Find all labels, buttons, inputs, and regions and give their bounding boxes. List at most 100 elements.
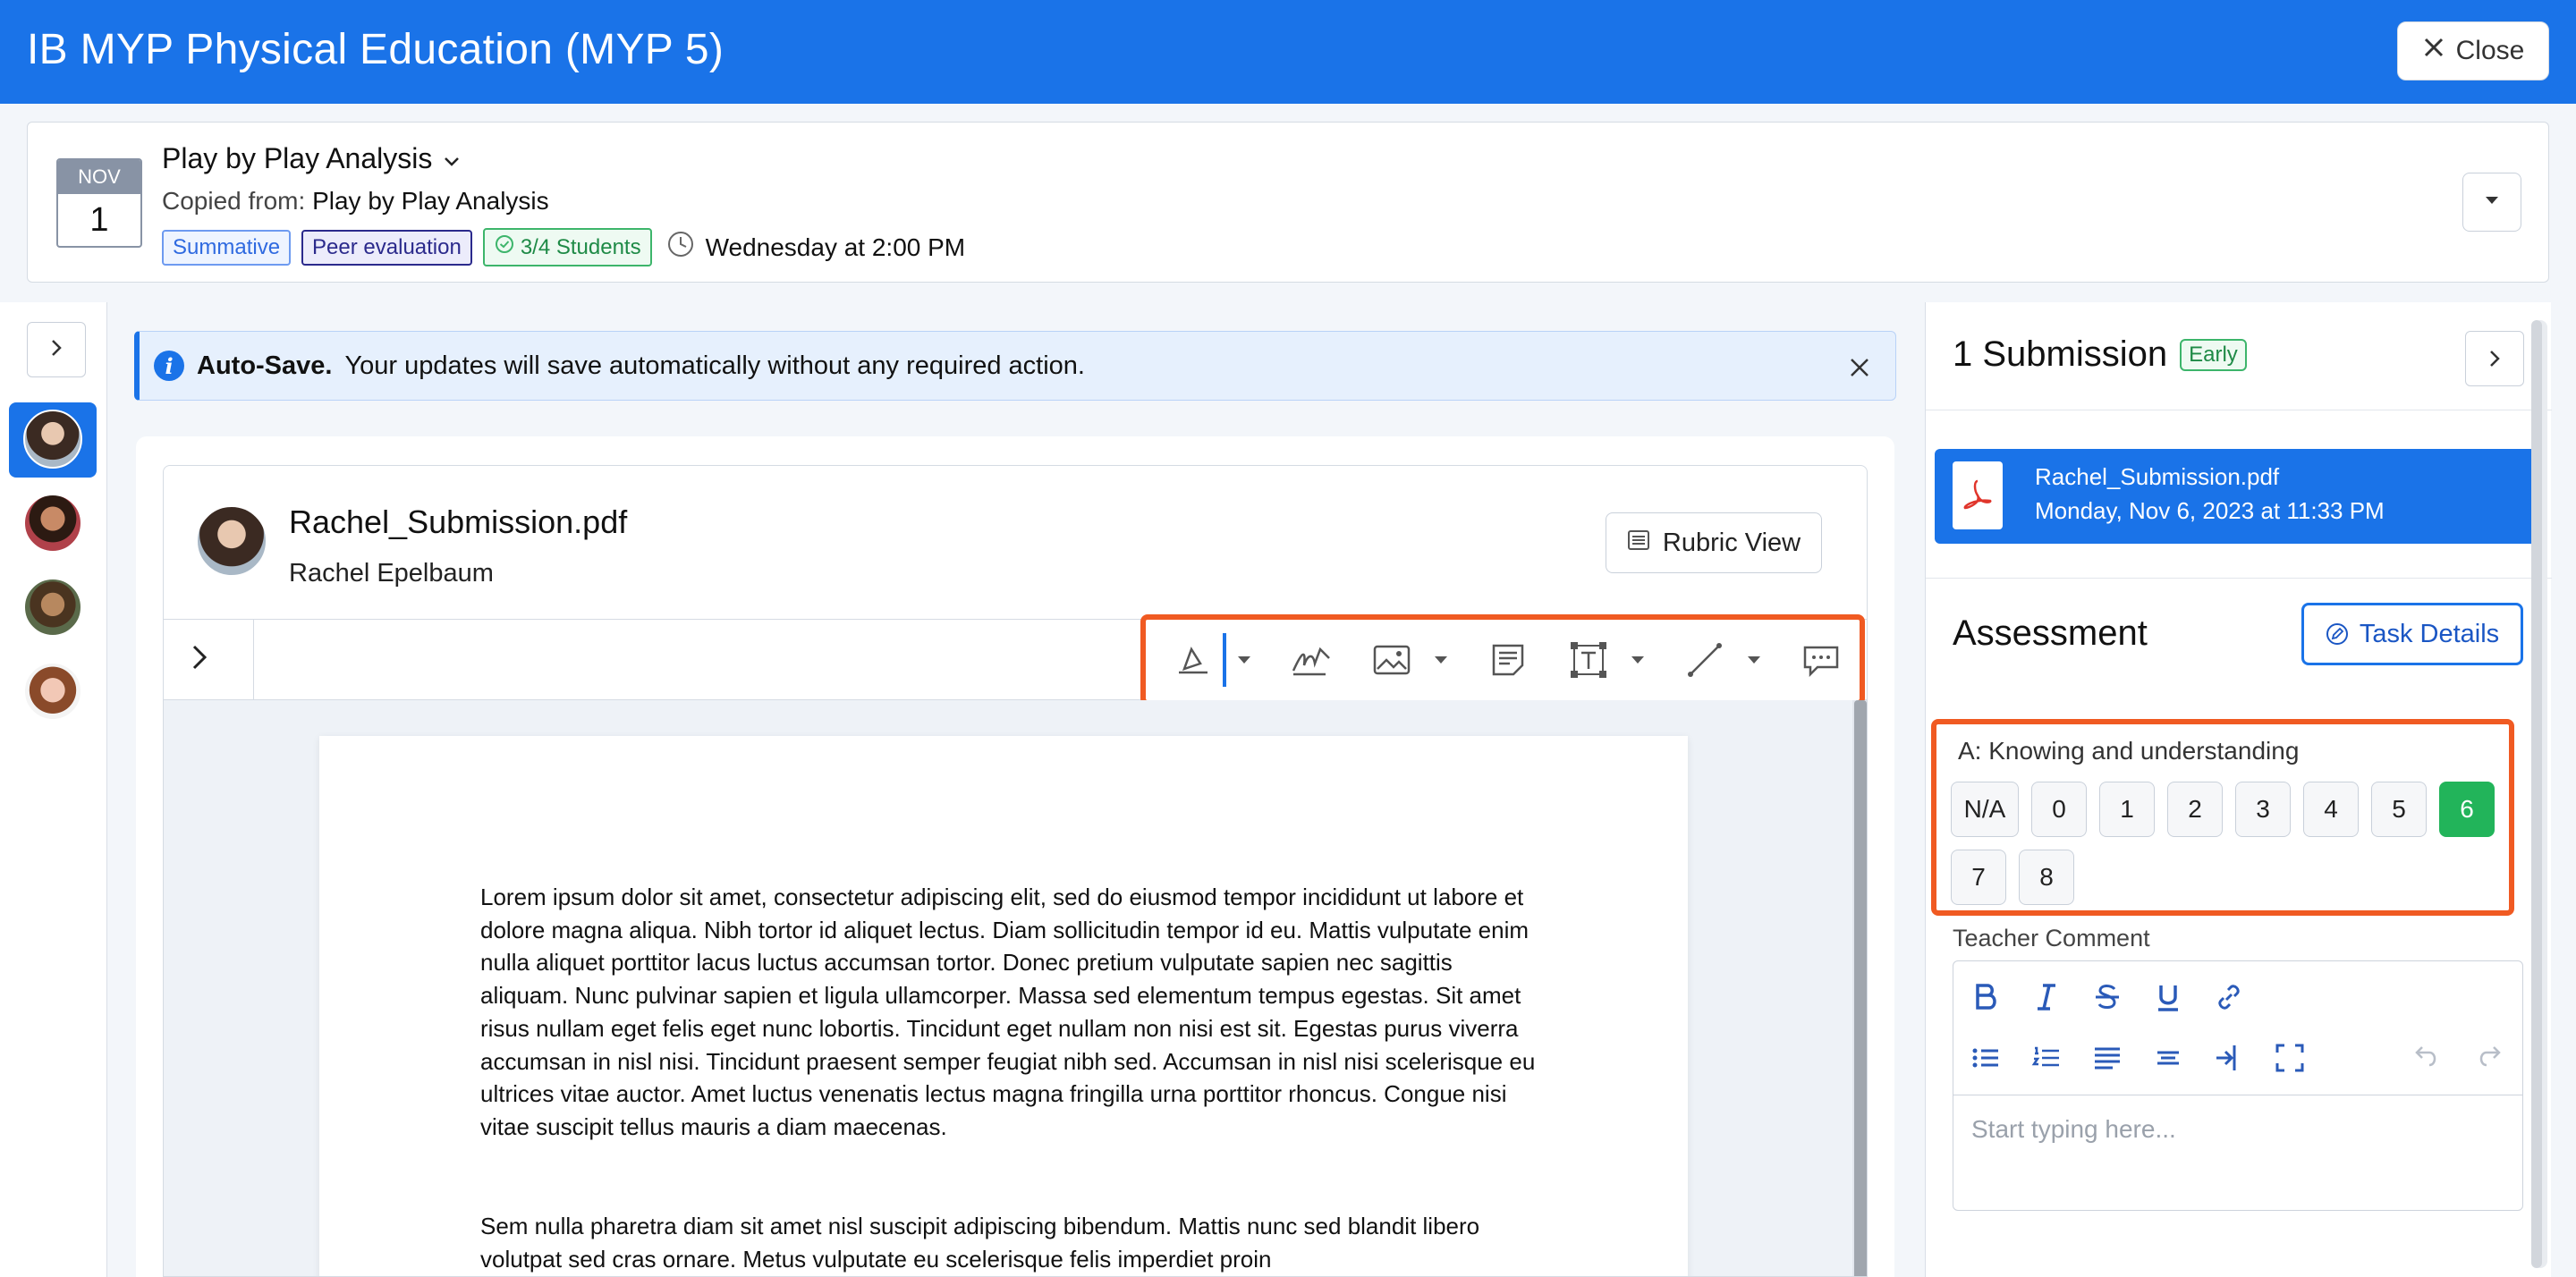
signature-tool[interactable] bbox=[1280, 633, 1343, 687]
student-avatar[interactable] bbox=[23, 494, 82, 553]
close-icon bbox=[2422, 36, 2445, 66]
image-icon bbox=[1373, 645, 1411, 675]
highlighter-options[interactable] bbox=[1226, 633, 1262, 687]
document-header: Rachel_Submission.pdf Rachel Epelbaum Ru… bbox=[164, 466, 1867, 620]
level-button-6[interactable]: 6 bbox=[2439, 782, 2495, 837]
italic-icon[interactable] bbox=[2030, 981, 2063, 1018]
level-button-2[interactable]: 2 bbox=[2167, 782, 2223, 837]
chevron-down-icon bbox=[443, 142, 461, 175]
level-button-0[interactable]: 0 bbox=[2031, 782, 2087, 837]
comment-tool[interactable] bbox=[1790, 633, 1852, 687]
annotation-toolbar-row bbox=[164, 614, 1867, 706]
divider bbox=[253, 620, 254, 700]
student-avatar[interactable] bbox=[23, 578, 82, 637]
copied-from: Copied from: Play by Play Analysis bbox=[162, 187, 549, 216]
clock-icon bbox=[666, 230, 695, 265]
pdf-paragraph: Sem nulla pharetra diam sit amet nisl su… bbox=[480, 1213, 1480, 1273]
pdf-page: Lorem ipsum dolor sit amet, consectetur … bbox=[319, 736, 1688, 1276]
underline-icon[interactable] bbox=[2152, 981, 2184, 1018]
chevron-right-icon bbox=[2490, 351, 2500, 367]
task-options-button[interactable] bbox=[2462, 173, 2521, 232]
line-tool[interactable] bbox=[1674, 633, 1736, 687]
signature-icon bbox=[1292, 647, 1330, 676]
comment-input[interactable]: Start typing here... bbox=[1971, 1115, 2176, 1144]
document-file-name: Rachel_Submission.pdf bbox=[289, 503, 628, 540]
level-button-1[interactable]: 1 bbox=[2099, 782, 2155, 837]
highlighter-tool[interactable] bbox=[1164, 633, 1226, 687]
close-label: Close bbox=[2455, 36, 2525, 65]
annotation-toolbar bbox=[1140, 614, 1865, 706]
summative-tag: Summative bbox=[162, 229, 292, 266]
level-button-4[interactable]: 4 bbox=[2303, 782, 2359, 837]
note-tool[interactable] bbox=[1477, 633, 1539, 687]
expand-rail-button[interactable] bbox=[27, 322, 86, 377]
task-title-dropdown[interactable]: Play by Play Analysis bbox=[162, 142, 461, 175]
student-avatar[interactable] bbox=[23, 410, 82, 469]
align-center-icon[interactable] bbox=[2152, 1042, 2184, 1078]
caret-down-icon bbox=[1631, 656, 1644, 664]
link-icon[interactable] bbox=[2213, 981, 2245, 1018]
submission-file[interactable]: Rachel_Submission.pdf Monday, Nov 6, 202… bbox=[1935, 449, 2541, 544]
student-avatar[interactable] bbox=[23, 662, 82, 721]
line-options[interactable] bbox=[1736, 633, 1772, 687]
redo-icon[interactable] bbox=[2476, 1042, 2503, 1073]
submission-count: 1 Submission bbox=[1953, 334, 2168, 374]
panel-scrollbar-thumb[interactable] bbox=[2531, 320, 2542, 1268]
bullet-list-icon[interactable] bbox=[1970, 1042, 2002, 1078]
task-tags: Summative Peer evaluation 3/4 Students W… bbox=[162, 228, 965, 266]
numbered-list-icon[interactable] bbox=[2030, 1042, 2063, 1078]
student-rail bbox=[0, 302, 107, 1277]
pdf-scrollbar-thumb[interactable] bbox=[1854, 700, 1867, 1276]
level-button-5[interactable]: 5 bbox=[2371, 782, 2427, 837]
autosave-notice: i Auto-Save. Your updates will save auto… bbox=[134, 331, 1896, 401]
caret-down-icon bbox=[1238, 656, 1250, 664]
level-button-8[interactable]: 8 bbox=[2019, 850, 2074, 905]
criterion-a: A: Knowing and understanding N/A 0 1 2 3… bbox=[1931, 719, 2514, 916]
next-button[interactable] bbox=[2465, 331, 2524, 386]
caret-down-icon bbox=[2484, 194, 2500, 210]
text-box-tool[interactable] bbox=[1557, 633, 1620, 687]
due-date: Wednesday at 2:00 PM bbox=[666, 230, 966, 265]
submission-file-date: Monday, Nov 6, 2023 at 11:33 PM bbox=[2035, 497, 2385, 524]
close-button[interactable]: Close bbox=[2397, 21, 2549, 80]
undo-redo-group bbox=[2413, 1042, 2503, 1073]
teacher-comment-label: Teacher Comment bbox=[1953, 925, 2150, 951]
assessment-title: Assessment bbox=[1953, 613, 2148, 653]
students-tag: 3/4 Students bbox=[482, 228, 652, 266]
text-box-options[interactable] bbox=[1620, 633, 1656, 687]
copied-source: Play by Play Analysis bbox=[312, 187, 549, 215]
task-details-button[interactable]: Task Details bbox=[2301, 603, 2523, 665]
bold-icon[interactable] bbox=[1970, 981, 2002, 1018]
divider bbox=[1926, 578, 2552, 579]
dismiss-notice-button[interactable] bbox=[1849, 351, 1870, 386]
expand-panel-button[interactable] bbox=[191, 641, 208, 678]
task-header: NOV 1 Play by Play Analysis Copied from:… bbox=[27, 122, 2549, 283]
autosave-text: Your updates will save automatically wit… bbox=[344, 351, 1085, 380]
image-options[interactable] bbox=[1423, 633, 1459, 687]
document-author: Rachel Epelbaum bbox=[289, 559, 494, 588]
panel-scrollbar[interactable] bbox=[2531, 320, 2547, 1268]
level-button-7[interactable]: 7 bbox=[1951, 850, 2006, 905]
rubric-view-label: Rubric View bbox=[1662, 528, 1801, 557]
check-circle-icon bbox=[494, 233, 515, 261]
pdf-scrollbar[interactable] bbox=[1852, 700, 1867, 1276]
level-selector: N/A 0 1 2 3 4 5 6 7 8 bbox=[1951, 782, 2505, 905]
document-viewer: Rachel_Submission.pdf Rachel Epelbaum Ru… bbox=[163, 465, 1868, 1277]
indent-icon[interactable] bbox=[2213, 1042, 2245, 1078]
level-button-na[interactable]: N/A bbox=[1951, 782, 2019, 837]
rubric-view-button[interactable]: Rubric View bbox=[1606, 512, 1822, 573]
author-avatar bbox=[196, 505, 267, 577]
fullscreen-icon[interactable] bbox=[2274, 1042, 2306, 1078]
image-tool[interactable] bbox=[1360, 633, 1423, 687]
status-badge: Early bbox=[2180, 338, 2247, 371]
assessment-panel: 1 Submission Early Rachel_Submission.pdf… bbox=[1925, 302, 2552, 1277]
pdf-paragraph: Lorem ipsum dolor sit amet, consectetur … bbox=[480, 884, 1536, 1140]
pdf-viewer: Lorem ipsum dolor sit amet, consectetur … bbox=[164, 700, 1867, 1276]
align-justify-icon[interactable] bbox=[2091, 1042, 2123, 1078]
strikethrough-icon[interactable] bbox=[2091, 981, 2123, 1018]
due-text: Wednesday at 2:00 PM bbox=[705, 233, 966, 261]
chevron-right-icon bbox=[50, 338, 63, 362]
undo-icon[interactable] bbox=[2413, 1042, 2440, 1073]
date-badge: NOV 1 bbox=[56, 158, 142, 248]
level-button-3[interactable]: 3 bbox=[2235, 782, 2291, 837]
